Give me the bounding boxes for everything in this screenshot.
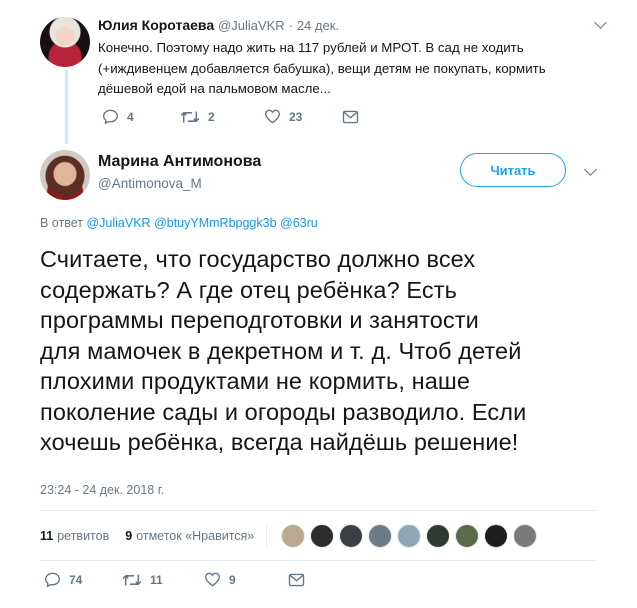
follow-button[interactable]: Читать (460, 153, 566, 187)
reply-to-handle-link[interactable]: @63ru (280, 216, 318, 230)
divider (40, 510, 597, 511)
reply-count: 74 (69, 572, 83, 587)
liker-avatar-9[interactable] (513, 524, 538, 548)
reply-to-handle-link[interactable]: @btuyYMmRbpggk3b (154, 216, 276, 230)
meta-separator: · (288, 18, 293, 33)
envelope-icon (288, 573, 305, 586)
retweet-count: 11 (150, 572, 163, 587)
retweet-action-button[interactable]: 2 (180, 110, 264, 124)
reply-tweet-menu-chevron-icon[interactable] (594, 16, 607, 29)
main-tweet-text: Считаете, что государство должно всех со… (40, 246, 527, 455)
reply-action-button[interactable]: 4 (102, 109, 180, 124)
likes-stat-label: отметок «Нравится» (136, 529, 255, 543)
like-count: 23 (289, 109, 303, 124)
divider (40, 560, 597, 561)
reply-to-line: В ответ @JuliaVKR @btuyYMmRbpggk3b @63ru (40, 216, 318, 230)
likes-stat-link[interactable]: 9 отметок «Нравится» (125, 529, 254, 543)
main-tweet-actions: 74 11 9 (44, 572, 305, 587)
reply-author-name[interactable]: Юлия Коротаева (98, 17, 214, 33)
liker-avatar-5[interactable] (397, 524, 422, 548)
tweet-timestamp[interactable]: 23:24 - 24 дек. 2018 г. (40, 483, 164, 497)
likers-avatar-row (281, 524, 542, 548)
reply-tweet-header: Юлия Коротаева @JuliaVKR · 24 дек. (98, 17, 339, 33)
reply-tweet-actions: 4 2 23 (102, 109, 359, 124)
retweets-stat-link[interactable]: 11 ретвитов (40, 529, 109, 543)
main-author-name[interactable]: Марина Антимонова (98, 153, 261, 171)
liker-avatar-1[interactable] (281, 524, 306, 548)
direct-message-action-button[interactable] (288, 573, 305, 587)
reply-tweet-date[interactable]: 24 дек. (297, 18, 339, 33)
retweet-icon (180, 110, 200, 123)
liker-avatar-2[interactable] (310, 524, 335, 548)
main-tweet-menu-chevron-icon[interactable] (584, 163, 597, 176)
likes-stat-count: 9 (125, 529, 133, 543)
reply-action-button[interactable]: 74 (44, 572, 122, 587)
reply-to-prefix: В ответ (40, 216, 83, 230)
reply-tweet-text: Конечно. Поэтому надо жить на 117 рублей… (98, 40, 546, 96)
main-author-handle[interactable]: @Antimonova_M (98, 176, 202, 191)
reply-icon (102, 109, 119, 124)
direct-message-action-button[interactable] (342, 110, 359, 124)
liker-avatar-6[interactable] (426, 524, 451, 548)
envelope-icon (342, 110, 359, 123)
heart-icon (264, 109, 281, 124)
retweets-stat-label: ретвитов (57, 529, 110, 543)
reply-icon (44, 572, 61, 587)
retweet-icon (122, 573, 142, 586)
like-action-button[interactable]: 23 (264, 109, 342, 124)
reply-count: 4 (127, 109, 134, 124)
liker-avatar-8[interactable] (484, 524, 509, 548)
thread-connector-line (65, 70, 68, 144)
stats-separator (266, 525, 268, 547)
retweet-action-button[interactable]: 11 (122, 573, 204, 587)
engagement-stats: 11 ретвитов 9 отметок «Нравится» (40, 524, 542, 548)
main-author-avatar[interactable] (40, 150, 90, 200)
liker-avatar-4[interactable] (368, 524, 393, 548)
reply-author-avatar[interactable] (40, 17, 90, 67)
reply-to-handle-link[interactable]: @JuliaVKR (86, 216, 150, 230)
like-count: 9 (229, 572, 236, 587)
liker-avatar-7[interactable] (455, 524, 480, 548)
like-action-button[interactable]: 9 (204, 572, 288, 587)
reply-author-handle[interactable]: @JuliaVKR (218, 18, 285, 33)
heart-icon (204, 572, 221, 587)
retweet-count: 2 (208, 109, 215, 124)
retweets-stat-count: 11 (40, 529, 54, 543)
liker-avatar-3[interactable] (339, 524, 364, 548)
